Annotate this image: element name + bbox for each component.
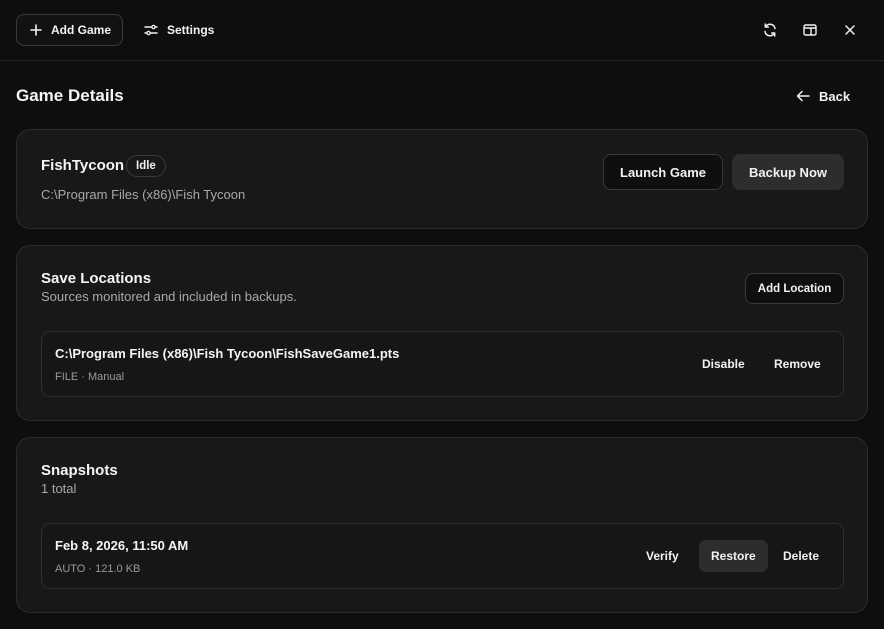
add-game-label: Add Game	[51, 23, 112, 37]
plus-icon	[30, 24, 42, 36]
settings-label: Settings	[167, 23, 215, 37]
add-location-button[interactable]: Add Location	[745, 273, 844, 304]
disable-button[interactable]: Disable	[690, 348, 757, 380]
back-label: Back	[819, 88, 851, 104]
save-location-meta: FILE · Manual	[55, 371, 125, 383]
save-locations-title: Save Locations	[41, 270, 152, 287]
save-location-path: C:\Program Files (x86)\Fish Tycoon\FishS…	[55, 346, 400, 361]
close-button[interactable]	[838, 18, 862, 42]
snapshots-count: 1 total	[41, 481, 77, 496]
delete-button[interactable]: Delete	[771, 540, 831, 572]
verify-button[interactable]: Verify	[634, 540, 691, 572]
snapshot-row: Feb 8, 2026, 11:50 AM AUTO · 121.0 KB Ve…	[41, 523, 844, 589]
top-bar: Add Game Settings	[0, 0, 884, 61]
game-name: FishTycoon	[41, 157, 125, 174]
window-toggle-button[interactable]	[798, 18, 822, 42]
save-locations-card: Save Locations Sources monitored and inc…	[16, 245, 868, 421]
save-locations-subtitle: Sources monitored and included in backup…	[41, 289, 297, 304]
remove-button[interactable]: Remove	[762, 348, 833, 380]
sliders-icon	[144, 23, 158, 37]
save-location-row: C:\Program Files (x86)\Fish Tycoon\FishS…	[41, 331, 844, 397]
close-icon	[844, 24, 856, 36]
game-path: C:\Program Files (x86)\Fish Tycoon	[41, 187, 246, 202]
window-icon	[802, 22, 818, 38]
backup-now-button[interactable]: Backup Now	[732, 154, 844, 190]
add-game-button[interactable]: Add Game	[16, 14, 123, 46]
refresh-button[interactable]	[758, 18, 782, 42]
snapshot-date: Feb 8, 2026, 11:50 AM	[55, 538, 189, 553]
refresh-icon	[762, 22, 778, 38]
snapshots-title: Snapshots	[41, 462, 118, 479]
back-button[interactable]: Back	[796, 84, 850, 108]
page-title: Game Details	[16, 86, 124, 105]
snapshot-meta: AUTO · 121.0 KB	[55, 563, 141, 575]
settings-button[interactable]: Settings	[140, 14, 218, 46]
status-badge: Idle	[126, 155, 166, 177]
arrow-left-icon	[796, 90, 810, 102]
launch-game-button[interactable]: Launch Game	[603, 154, 723, 190]
restore-button[interactable]: Restore	[699, 540, 768, 572]
game-card: FishTycoon Idle C:\Program Files (x86)\F…	[16, 129, 868, 229]
snapshots-card: Snapshots 1 total Feb 8, 2026, 11:50 AM …	[16, 437, 868, 613]
